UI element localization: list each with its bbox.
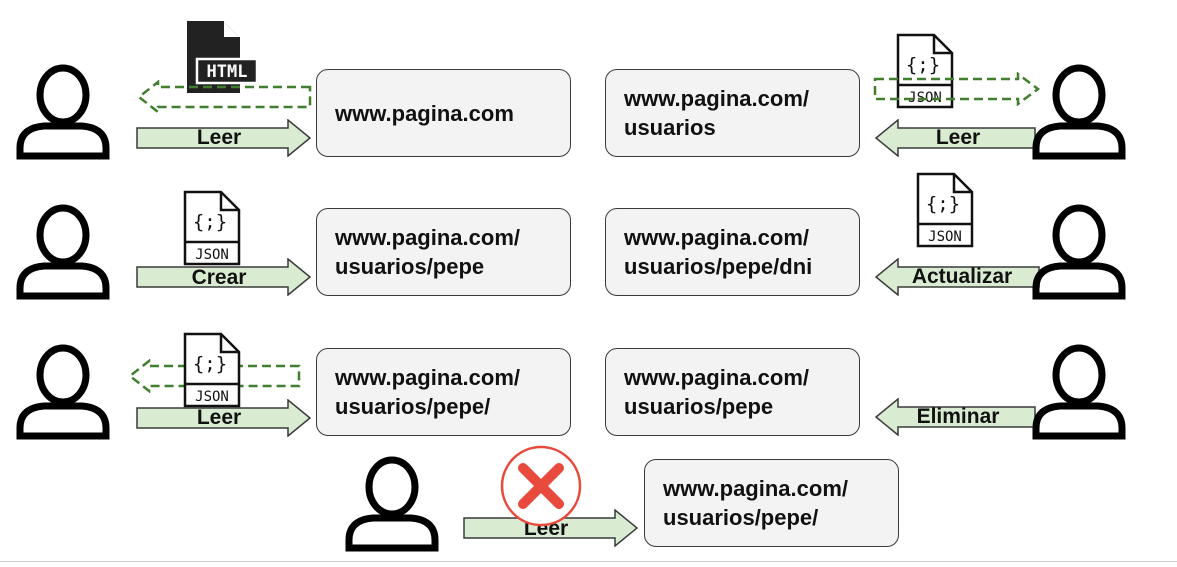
url-line: www.pagina.com/ <box>624 86 809 111</box>
url-line: usuarios/pepe <box>624 394 774 419</box>
arrow-label-r2-right: Actualizar <box>911 265 1013 288</box>
url-line: usuarios <box>624 115 716 140</box>
url-line: usuarios/pepe/ <box>663 505 819 530</box>
dashed-response-arrow-r1-right <box>872 71 1042 111</box>
url-line: www.pagina.com/ <box>335 365 520 390</box>
user-icon-r3-left <box>14 344 112 440</box>
json-braces: {;} <box>193 353 227 375</box>
json-file-icon-r2-right: {;} JSON <box>916 172 976 253</box>
url-line: www.pagina.com/ <box>663 476 848 501</box>
arrow-label-r1-right: Leer <box>935 126 981 149</box>
user-icon-r2-left <box>14 204 112 300</box>
bottom-divider <box>0 561 1177 562</box>
url-box-r4: www.pagina.com/ usuarios/pepe/ <box>644 459 899 547</box>
user-icon-r3-right <box>1030 344 1128 440</box>
arrow-label-r2-left: Crear <box>191 266 247 289</box>
url-line: www.pagina.com/ <box>624 225 809 250</box>
html-file-label: HTML <box>207 62 248 82</box>
json-braces: {;} <box>193 211 227 233</box>
url-box-r1-left: www.pagina.com <box>316 69 571 157</box>
user-icon-r4 <box>343 456 441 552</box>
url-line: usuarios/pepe <box>335 254 485 279</box>
url-box-r3-left: www.pagina.com/ usuarios/pepe/ <box>316 348 571 436</box>
url-line: usuarios/pepe/dni <box>624 254 813 279</box>
arrow-label-r1-left: Leer <box>196 126 242 149</box>
arrow-label-r3-left: Leer <box>196 406 242 429</box>
user-icon-r2-right <box>1030 204 1128 300</box>
url-line: www.pagina.com/ <box>624 365 809 390</box>
json-file-label: JSON <box>928 229 962 245</box>
user-icon-r1-right <box>1030 64 1128 160</box>
url-box-r2-right: www.pagina.com/ usuarios/pepe/dni <box>605 208 860 296</box>
url-line: www.pagina.com <box>335 100 514 126</box>
arrow-label-r3-right: Eliminar <box>916 405 1000 428</box>
user-icon-r1-left <box>14 64 112 160</box>
url-line: www.pagina.com/ <box>335 225 520 250</box>
json-braces: {;} <box>926 193 960 215</box>
dashed-response-arrow-r1-left <box>136 79 314 119</box>
url-box-r3-right: www.pagina.com/ usuarios/pepe <box>605 348 860 436</box>
url-line: usuarios/pepe/ <box>335 394 491 419</box>
url-box-r1-right: www.pagina.com/ usuarios <box>605 69 860 157</box>
error-x-icon <box>499 444 583 533</box>
url-box-r2-left: www.pagina.com/ usuarios/pepe <box>316 208 571 296</box>
